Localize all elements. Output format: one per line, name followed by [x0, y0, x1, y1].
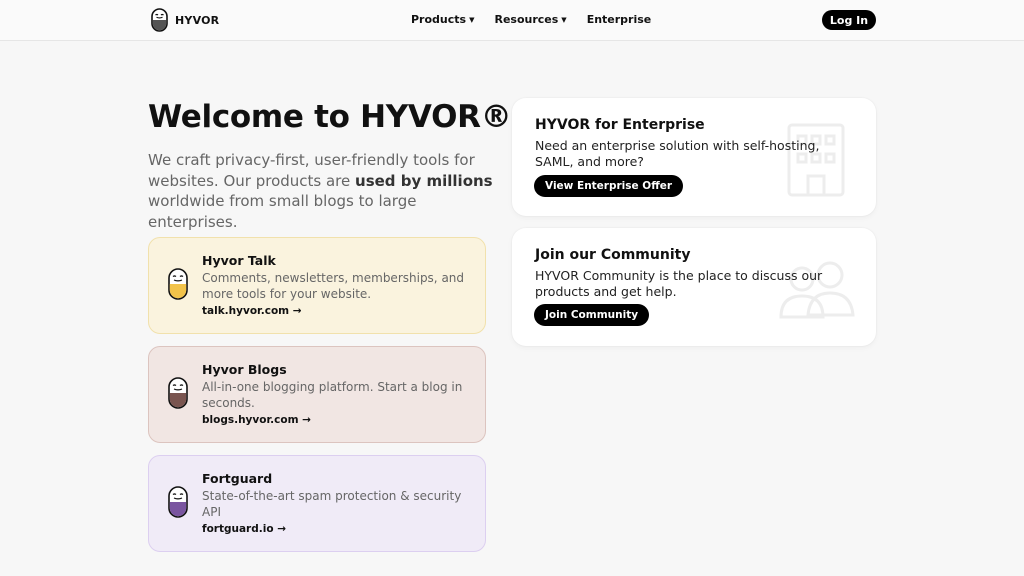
hyvor-blogs-logo-icon — [168, 377, 188, 409]
login-button[interactable]: Log In — [822, 10, 876, 30]
hero-subtitle-highlight: used by millions — [355, 171, 493, 190]
nav-resources-label: Resources — [494, 13, 559, 26]
nav-products[interactable]: Products ▼ — [411, 13, 474, 26]
product-link[interactable]: talk.hyvor.com → — [202, 305, 302, 317]
product-name: Hyvor Blogs — [202, 362, 287, 377]
hero-subtitle-end: worldwide from small blogs to large ente… — [148, 192, 417, 231]
hero-subtitle: We craft privacy-first, user-friendly to… — [148, 150, 508, 232]
enterprise-card-title: HYVOR for Enterprise — [535, 117, 705, 133]
product-description: All-in-one blogging platform. Start a bl… — [202, 380, 463, 410]
hyvor-talk-logo-icon — [168, 268, 188, 300]
product-card-hyvor-blogs[interactable]: Hyvor Blogs All-in-one blogging platform… — [148, 346, 486, 443]
community-card-title: Join our Community — [535, 247, 691, 263]
brand-logo-link[interactable]: HYVOR — [151, 8, 219, 32]
product-name: Fortguard — [202, 471, 273, 486]
join-community-button[interactable]: Join Community — [534, 304, 650, 326]
enterprise-card: HYVOR for Enterprise Need an enterprise … — [512, 98, 876, 216]
product-name: Hyvor Talk — [202, 253, 276, 268]
chevron-down-icon: ▼ — [561, 15, 567, 24]
enterprise-card-description: Need an enterprise solution with self-ho… — [535, 138, 820, 169]
top-navigation-bar: HYVOR Products ▼ Resources ▼ Enterprise … — [0, 0, 1024, 41]
product-card-fortguard[interactable]: Fortguard State-of-the-art spam protecti… — [148, 455, 486, 552]
nav-products-label: Products — [411, 13, 467, 26]
main-nav: Products ▼ Resources ▼ Enterprise — [411, 13, 651, 26]
page-title: Welcome to HYVOR® — [148, 99, 512, 135]
nav-enterprise-label: Enterprise — [586, 13, 652, 26]
product-link-text: blogs.hyvor.com — [202, 414, 299, 426]
product-link[interactable]: blogs.hyvor.com → — [202, 414, 311, 426]
arrow-right-icon: → — [277, 523, 287, 535]
community-card-description: HYVOR Community is the place to discuss … — [535, 268, 823, 299]
community-card: Join our Community HYVOR Community is th… — [512, 228, 876, 346]
nav-enterprise[interactable]: Enterprise — [587, 13, 652, 26]
view-enterprise-offer-button[interactable]: View Enterprise Offer — [534, 175, 684, 197]
product-link-text: talk.hyvor.com — [202, 305, 290, 317]
product-link-text: fortguard.io — [202, 523, 274, 535]
arrow-right-icon: → — [302, 414, 311, 426]
product-link[interactable]: fortguard.io → — [202, 523, 286, 535]
chevron-down-icon: ▼ — [469, 15, 475, 24]
product-card-hyvor-talk[interactable]: Hyvor Talk Comments, newsletters, member… — [148, 237, 486, 334]
hyvor-logo-icon — [151, 8, 168, 32]
brand-name: HYVOR — [175, 13, 220, 27]
product-description: Comments, newsletters, memberships, and … — [202, 271, 465, 301]
arrow-right-icon: → — [292, 305, 302, 317]
fortguard-logo-icon — [168, 486, 188, 518]
product-description: State-of-the-art spam protection & secur… — [202, 489, 462, 519]
nav-resources[interactable]: Resources ▼ — [494, 13, 566, 26]
